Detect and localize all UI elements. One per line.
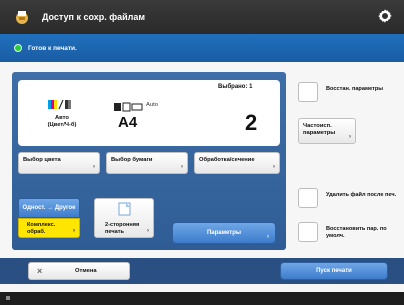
two-sided-button[interactable]: 2-сторонняя печать › [94,198,154,238]
chevron-right-icon: › [73,228,75,234]
close-icon: × [37,266,43,276]
color-mode-icon [48,100,71,110]
status-text: Готов к печати. [28,44,77,52]
paper-select-button[interactable]: Выбор бумаги › [106,152,188,174]
restore-defaults-checkbox[interactable] [298,222,318,242]
ready-status-icon [14,44,22,52]
paper-tray-icon [114,102,143,112]
start-print-button[interactable]: Пуск печати [280,262,388,280]
one-sided-button[interactable]: Одност. → Другое [18,198,80,218]
cancel-button[interactable]: × Отмена [28,262,130,280]
options-button[interactable]: Параметры › [172,222,276,244]
status-bar: Готов к печати. [0,34,404,62]
finishing-button[interactable]: Обработка/сечение › [194,152,280,174]
finishing-mode-button[interactable]: Комплекс. обраб. › [18,218,80,238]
color-select-button[interactable]: Выбор цвета › [18,152,100,174]
footer-bar [0,292,404,305]
chevron-right-icon: › [93,164,95,170]
chevron-right-icon: › [349,134,351,140]
copy-count-value: 2 [245,110,258,135]
two-sided-icon [118,202,131,216]
delete-after-print-checkbox[interactable] [298,188,318,208]
chevron-right-icon: › [181,164,183,170]
print-screen: Доступ к сохр. файлам Готов к печати. Вы… [0,0,404,305]
frequent-settings-button[interactable]: Частоисп. параметры › [298,118,356,144]
copies-selected-label: Выбрано: 1 [218,84,253,90]
paper-auto-label: Auto [146,102,158,108]
paper-size-value: A4 [118,114,138,131]
gear-icon[interactable] [376,7,394,25]
stored-files-icon [16,11,28,24]
chevron-right-icon: › [147,228,149,234]
page-title: Доступ к сохр. файлам [42,12,146,22]
color-mode-value: Авто (Цвет/Ч-б) [47,115,77,128]
delete-after-print-label: Удалить файл после печ. [326,192,397,198]
chevron-right-icon: › [273,164,275,170]
reset-checkbox[interactable] [298,82,318,102]
indicator-icon [6,296,10,300]
restore-defaults-label: Восстановить пар. по умолч. [326,226,387,239]
chevron-right-icon: › [267,234,269,240]
reset-label: Восстан. параметры [326,86,384,92]
title-bar: Доступ к сохр. файлам [0,0,404,34]
